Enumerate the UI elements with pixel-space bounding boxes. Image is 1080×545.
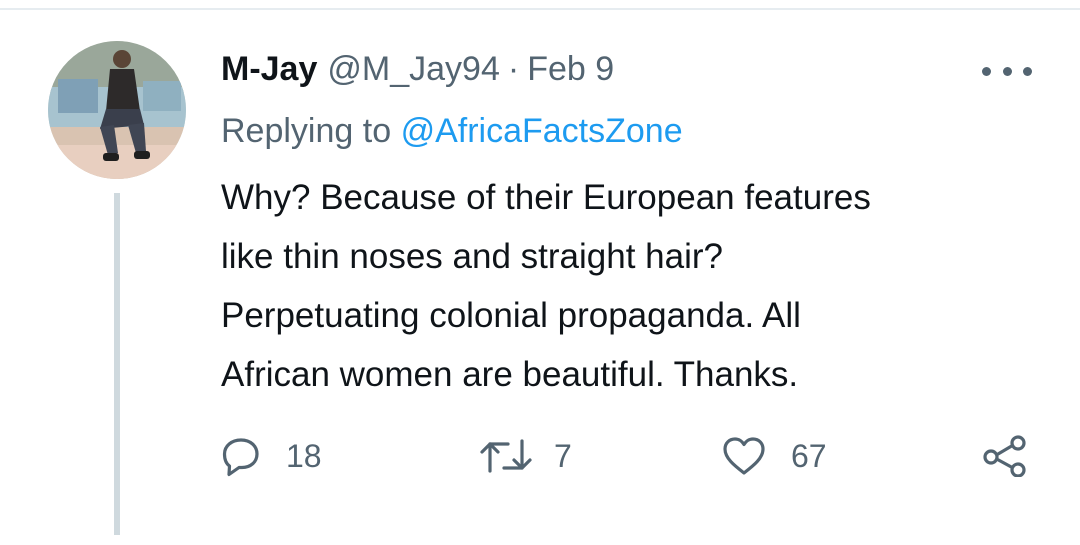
thread-connector-line bbox=[114, 193, 120, 535]
avatar[interactable] bbox=[48, 41, 186, 179]
replying-to: Replying to @AfricaFactsZone bbox=[221, 112, 683, 151]
more-options-icon[interactable] bbox=[982, 58, 1032, 84]
tweet-date[interactable]: Feb 9 bbox=[527, 50, 614, 89]
replying-to-link[interactable]: @AfricaFactsZone bbox=[401, 112, 683, 150]
like-count: 67 bbox=[791, 437, 827, 474]
replying-to-label: Replying to bbox=[221, 112, 392, 150]
avatar-photo bbox=[48, 41, 186, 179]
retweet-button[interactable]: 7 bbox=[478, 433, 572, 479]
reply-icon bbox=[222, 438, 259, 477]
header-separator: · bbox=[507, 50, 520, 88]
tweet-text-line: Why? Because of their European features bbox=[221, 178, 871, 217]
top-divider bbox=[0, 8, 1080, 10]
heart-icon bbox=[723, 437, 765, 475]
like-button[interactable]: 67 bbox=[721, 433, 827, 479]
share-button[interactable] bbox=[982, 433, 1028, 479]
retweet-icon bbox=[480, 439, 532, 473]
more-dot bbox=[982, 66, 991, 76]
display-name[interactable]: M-Jay bbox=[221, 50, 317, 89]
tweet-text-line: Perpetuating colonial propaganda. All bbox=[221, 296, 801, 335]
tweet-text: Why? Because of their European features … bbox=[221, 168, 1021, 404]
reply-button[interactable]: 18 bbox=[220, 433, 322, 479]
retweet-count: 7 bbox=[554, 437, 572, 474]
user-handle[interactable]: @M_Jay94 bbox=[327, 50, 499, 89]
reply-count: 18 bbox=[286, 437, 322, 474]
tweet-text-line: like thin noses and straight hair? bbox=[221, 237, 723, 276]
tweet-header: M-Jay @M_Jay94 · Feb 9 bbox=[221, 50, 614, 94]
share-icon bbox=[983, 435, 1026, 477]
more-dot bbox=[1002, 66, 1012, 76]
tweet-text-line: African women are beautiful. Thanks. bbox=[221, 355, 799, 394]
more-dot bbox=[1023, 66, 1032, 76]
